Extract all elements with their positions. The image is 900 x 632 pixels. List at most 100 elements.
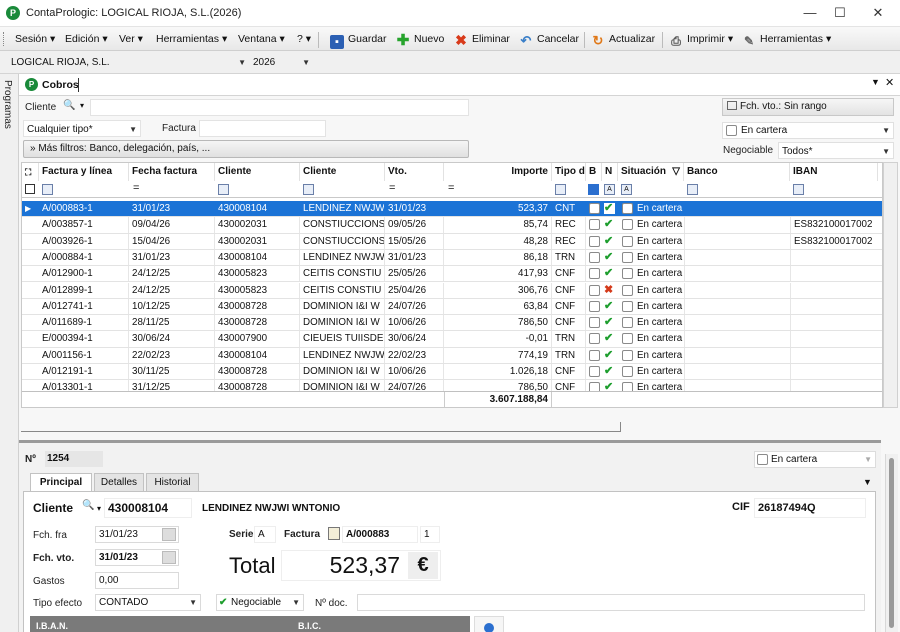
filter-toggle-icon[interactable] bbox=[588, 184, 599, 195]
col-importe[interactable]: Importe bbox=[444, 163, 552, 181]
filter-box-icon[interactable] bbox=[793, 184, 804, 195]
company-select[interactable]: LOGICAL RIOJA, S.L. ▼ bbox=[8, 54, 249, 72]
situacion-checkbox[interactable] bbox=[622, 235, 633, 247]
tab-detalles[interactable]: Detalles bbox=[94, 473, 144, 491]
situacion-checkbox[interactable] bbox=[622, 284, 633, 296]
en-cartera-checkbox[interactable] bbox=[726, 125, 737, 136]
check-icon[interactable]: ✔ bbox=[604, 217, 613, 232]
filter-text-icon[interactable]: A bbox=[604, 184, 615, 195]
actualizar-button[interactable]: ↻ Actualizar bbox=[591, 30, 656, 48]
situacion-checkbox[interactable] bbox=[622, 333, 633, 345]
search-icon[interactable]: 🔍 bbox=[63, 100, 77, 114]
col-cliente-code[interactable]: Cliente bbox=[215, 163, 300, 181]
col-vto[interactable]: Vto. bbox=[385, 163, 444, 181]
filter-editor-icon[interactable] bbox=[25, 184, 35, 194]
search-icon[interactable]: 🔍 bbox=[82, 500, 94, 511]
table-row[interactable]: A/012900-1 24/12/25 430005823 CEITIS CONSTI… bbox=[22, 266, 882, 283]
eliminar-button[interactable]: ✖ Eliminar bbox=[454, 30, 510, 48]
menu-help[interactable]: ? ▾ bbox=[297, 31, 311, 47]
filter-box-icon[interactable] bbox=[555, 184, 566, 195]
filter-box-icon[interactable] bbox=[218, 184, 229, 195]
bank-lookup-button[interactable] bbox=[474, 616, 504, 632]
table-row[interactable]: A/012741-1 10/12/25 430008728 DOMINION I&I … bbox=[22, 298, 882, 316]
en-cartera-filter[interactable]: En cartera ▼ bbox=[722, 122, 894, 139]
vertical-scrollbar[interactable] bbox=[883, 162, 898, 408]
check-icon[interactable]: ✔ bbox=[604, 266, 613, 281]
detail-scrollbar[interactable] bbox=[885, 454, 898, 632]
b-checkbox[interactable] bbox=[589, 333, 600, 345]
equals-filter-icon[interactable]: = bbox=[448, 182, 454, 194]
col-factura[interactable]: Factura y línea bbox=[39, 163, 129, 181]
col-tipo[interactable]: Tipo d bbox=[552, 163, 586, 181]
menu-ventana[interactable]: Ventana ▾ bbox=[238, 31, 285, 47]
collapse-icon[interactable]: ▼ bbox=[863, 477, 872, 487]
imprimir-button[interactable]: ⎙ Imprimir ▾ bbox=[669, 30, 733, 48]
filter-funnel-icon[interactable]: ▽ bbox=[672, 163, 680, 181]
table-row[interactable]: A/001156-1 22/02/23 430008104 LENDINEZ NWJW… bbox=[22, 347, 882, 364]
check-icon[interactable]: ✔ bbox=[604, 234, 613, 249]
negociable-select[interactable]: ✔ Negociable ▼ bbox=[216, 594, 304, 611]
minimize-icon[interactable]: — bbox=[796, 4, 824, 22]
menu-herramientas[interactable]: Herramientas ▾ bbox=[156, 31, 227, 47]
situacion-checkbox[interactable] bbox=[622, 219, 633, 231]
table-row[interactable]: A/000884-1 31/01/23 430008104 LENDINEZ NWJW… bbox=[22, 249, 882, 267]
close-icon[interactable]: ✕ bbox=[864, 4, 892, 22]
table-row[interactable]: A/003926-1 15/04/26 430002031 CONSTIUCCIONS… bbox=[22, 233, 882, 250]
expand-all-icon[interactable]: ⛶ bbox=[22, 163, 39, 181]
situacion-checkbox[interactable] bbox=[622, 203, 633, 214]
situacion-checkbox[interactable] bbox=[622, 251, 633, 263]
factura-filter-input[interactable] bbox=[199, 120, 326, 137]
pin-icon[interactable]: ▼ bbox=[871, 77, 880, 87]
situacion-checkbox[interactable] bbox=[622, 268, 633, 280]
tab-principal[interactable]: Principal bbox=[30, 473, 92, 491]
b-checkbox[interactable] bbox=[589, 251, 600, 263]
cliente-code-field[interactable]: 430008104 bbox=[104, 498, 192, 518]
b-checkbox[interactable] bbox=[589, 203, 600, 214]
table-row[interactable]: A/003857-1 09/04/26 430002031 CONSTIUCCIONS… bbox=[22, 217, 882, 234]
check-icon[interactable]: ✔ bbox=[604, 348, 613, 363]
table-row[interactable]: A/011689-1 28/11/25 430008728 DOMINION I&I … bbox=[22, 315, 882, 332]
tipo-filter-select[interactable]: Cualquier tipo* ▼ bbox=[23, 120, 141, 137]
grip-handle[interactable] bbox=[3, 32, 5, 46]
situacion-checkbox[interactable] bbox=[622, 349, 633, 361]
check-icon[interactable]: ✔ bbox=[604, 203, 615, 214]
year-select[interactable]: 2026 ▼ bbox=[250, 54, 313, 72]
check-icon[interactable]: ✔ bbox=[604, 315, 613, 330]
menu-sesion[interactable]: Sesión ▾ bbox=[15, 31, 55, 47]
gastos-field[interactable]: 0,00 bbox=[95, 572, 179, 589]
col-b[interactable]: B bbox=[586, 163, 602, 181]
b-checkbox[interactable] bbox=[589, 317, 600, 329]
col-n[interactable]: N bbox=[602, 163, 618, 181]
tipo-efecto-select[interactable]: CONTADO ▼ bbox=[95, 594, 201, 611]
close-tab-icon[interactable]: ✕ bbox=[885, 76, 894, 89]
horizontal-scrollbar[interactable] bbox=[21, 422, 621, 432]
serie-field[interactable]: A bbox=[254, 526, 276, 543]
filter-box-icon[interactable] bbox=[687, 184, 698, 195]
ndoc-field[interactable] bbox=[357, 594, 865, 611]
tab-cobros[interactable]: Cobros bbox=[42, 79, 79, 91]
programs-sidebar[interactable]: Programas bbox=[0, 74, 19, 632]
table-row[interactable]: E/000394-1 30/06/24 430007900 CIEUEIS TUIIS… bbox=[22, 331, 882, 348]
nuevo-button[interactable]: ✚ Nuevo bbox=[396, 30, 445, 48]
en-cartera-checkbox[interactable] bbox=[757, 454, 768, 465]
b-checkbox[interactable] bbox=[589, 284, 600, 296]
b-checkbox[interactable] bbox=[589, 366, 600, 377]
b-checkbox[interactable] bbox=[589, 349, 600, 361]
chevron-down-icon[interactable]: ▾ bbox=[80, 101, 84, 110]
check-icon[interactable]: ✔ bbox=[604, 299, 613, 314]
cliente-filter-input[interactable] bbox=[90, 99, 469, 116]
situacion-checkbox[interactable] bbox=[622, 366, 633, 377]
scrollbar-thumb[interactable] bbox=[889, 458, 894, 628]
b-checkbox[interactable] bbox=[589, 219, 600, 231]
factura-field[interactable]: A/000883 bbox=[342, 526, 418, 543]
col-iban[interactable]: IBAN bbox=[790, 163, 878, 181]
calendar-icon[interactable] bbox=[162, 551, 176, 564]
b-checkbox[interactable] bbox=[589, 235, 600, 247]
table-row[interactable]: ▶ A/000883-1 31/01/23 430008104 LENDINEZ NWJ… bbox=[22, 201, 882, 218]
filter-box-icon[interactable] bbox=[303, 184, 314, 195]
b-checkbox[interactable] bbox=[589, 300, 600, 312]
col-situacion[interactable]: Situación ▽ bbox=[618, 163, 684, 181]
menu-ver[interactable]: Ver ▾ bbox=[119, 31, 143, 47]
check-icon[interactable]: ✔ bbox=[604, 364, 613, 379]
filter-box-icon[interactable] bbox=[42, 184, 53, 195]
